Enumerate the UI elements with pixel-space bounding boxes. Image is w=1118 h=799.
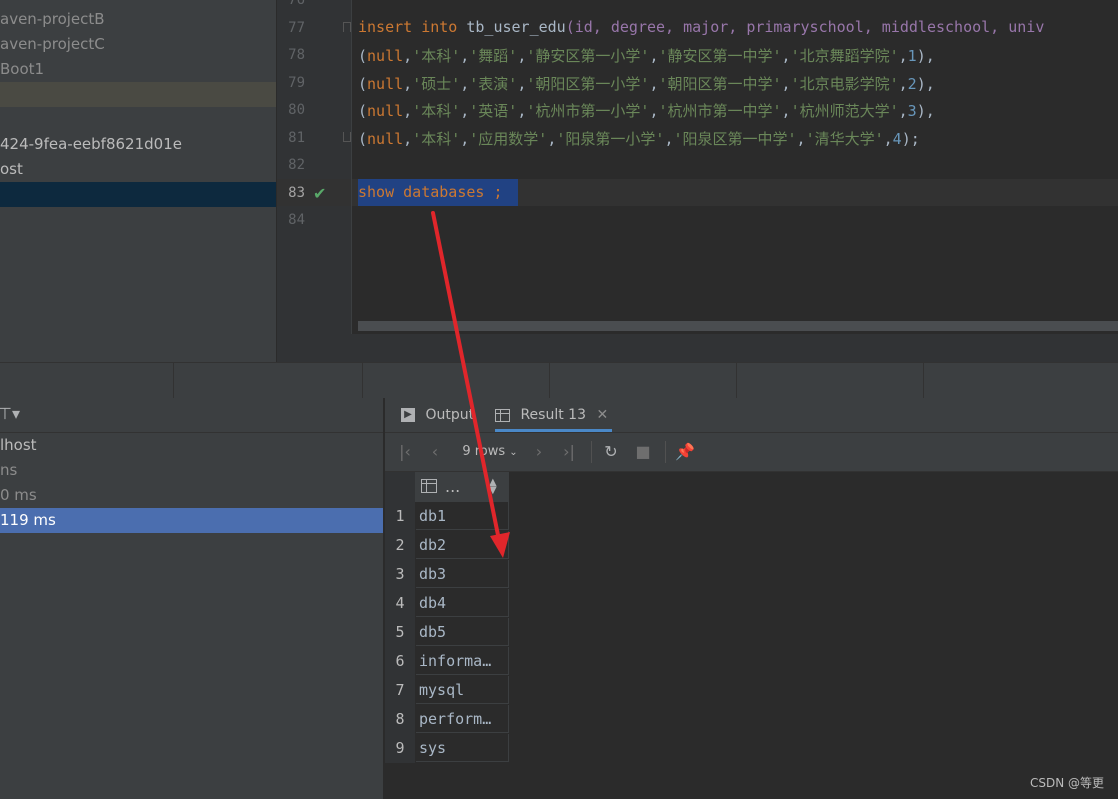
arrow-shaft <box>431 211 502 547</box>
watermark: CSDN @等更 <box>1029 776 1104 790</box>
annotation-arrow <box>431 211 510 558</box>
arrow-head <box>490 532 510 558</box>
